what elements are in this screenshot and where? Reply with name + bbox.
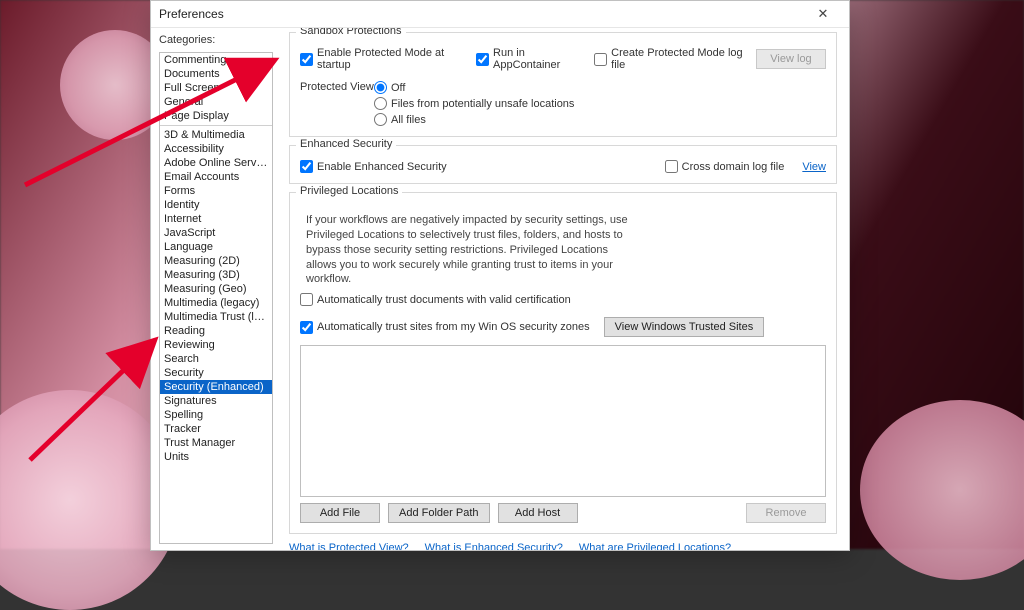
sidebar-item-email-accounts[interactable]: Email Accounts [160,170,272,184]
group-title-privileged: Privileged Locations [296,185,402,197]
chk-cross-domain-label: Cross domain log file [682,161,785,173]
sidebar-item-identity[interactable]: Identity [160,198,272,212]
close-icon[interactable]: ✕ [805,3,841,25]
view-log-button[interactable]: View log [756,49,826,69]
preferences-dialog: Preferences ✕ Categories: CommentingDocu… [150,0,850,551]
chk-auto-trust-docs-label: Automatically trust documents with valid… [317,294,571,306]
sidebar-item-units[interactable]: Units [160,450,272,464]
chk-enable-protected-mode[interactable]: Enable Protected Mode at startup [300,47,468,71]
chk-create-log[interactable]: Create Protected Mode log file [594,47,748,71]
sidebar-item-commenting[interactable]: Commenting [160,53,272,67]
add-file-button[interactable]: Add File [300,503,380,523]
category-separator [160,125,272,126]
sidebar-item-multimedia-legacy-[interactable]: Multimedia (legacy) [160,296,272,310]
radio-all[interactable]: All files [374,113,826,126]
titlebar: Preferences ✕ [151,1,849,28]
radio-off[interactable]: Off [374,81,826,94]
group-enhanced: Enhanced Security Enable Enhanced Securi… [289,145,837,184]
sidebar-item-measuring-geo-[interactable]: Measuring (Geo) [160,282,272,296]
chk-enable-enhanced[interactable]: Enable Enhanced Security [300,160,447,173]
sidebar-item-multimedia-trust-legacy-[interactable]: Multimedia Trust (legacy) [160,310,272,324]
remove-button[interactable]: Remove [746,503,826,523]
sidebar-item-adobe-online-services[interactable]: Adobe Online Services [160,156,272,170]
sidebar-item-security[interactable]: Security [160,366,272,380]
sidebar-item-language[interactable]: Language [160,240,272,254]
window-title: Preferences [159,7,224,21]
sidebar-item-general[interactable]: General [160,95,272,109]
sidebar-item-security-enhanced-[interactable]: Security (Enhanced) [160,380,272,394]
privileged-locations-list[interactable] [300,345,826,497]
view-trusted-sites-button[interactable]: View Windows Trusted Sites [604,317,765,337]
add-folder-button[interactable]: Add Folder Path [388,503,490,523]
add-host-button[interactable]: Add Host [498,503,578,523]
radio-all-label: All files [391,114,426,126]
sidebar-item-reviewing[interactable]: Reviewing [160,338,272,352]
sidebar-item-accessibility[interactable]: Accessibility [160,142,272,156]
chk-auto-trust-docs[interactable]: Automatically trust documents with valid… [300,293,571,306]
view-link[interactable]: View [802,161,826,173]
group-title-sandbox: Sandbox Protections [296,28,406,37]
sidebar-item-tracker[interactable]: Tracker [160,422,272,436]
categories-list[interactable]: CommentingDocumentsFull ScreenGeneralPag… [159,52,273,544]
sidebar-item-search[interactable]: Search [160,352,272,366]
sidebar-item-signatures[interactable]: Signatures [160,394,272,408]
sidebar-item-page-display[interactable]: Page Display [160,109,272,123]
sidebar-item-documents[interactable]: Documents [160,67,272,81]
chk-cross-domain[interactable]: Cross domain log file [665,160,785,173]
sidebar-item-full-screen[interactable]: Full Screen [160,81,272,95]
chk-auto-trust-sites-label: Automatically trust sites from my Win OS… [317,321,590,333]
sidebar-item-forms[interactable]: Forms [160,184,272,198]
sidebar-item-internet[interactable]: Internet [160,212,272,226]
group-title-enhanced: Enhanced Security [296,138,396,150]
sidebar-item-measuring-3d-[interactable]: Measuring (3D) [160,268,272,282]
radio-off-label: Off [391,82,405,94]
chk-enable-enhanced-label: Enable Enhanced Security [317,161,447,173]
chk-create-log-label: Create Protected Mode log file [611,47,748,71]
sidebar-item-reading[interactable]: Reading [160,324,272,338]
group-sandbox: Sandbox Protections Enable Protected Mod… [289,32,837,137]
chk-auto-trust-sites[interactable]: Automatically trust sites from my Win OS… [300,321,590,334]
group-privileged: Privileged Locations If your workflows a… [289,192,837,534]
sidebar-item-javascript[interactable]: JavaScript [160,226,272,240]
sidebar-item-trust-manager[interactable]: Trust Manager [160,436,272,450]
radio-unsafe[interactable]: Files from potentially unsafe locations [374,97,826,110]
chk-enable-protected-mode-label: Enable Protected Mode at startup [317,47,468,71]
sidebar-item-3d-multimedia[interactable]: 3D & Multimedia [160,128,272,142]
radio-unsafe-label: Files from potentially unsafe locations [391,98,574,110]
privileged-description: If your workflows are negatively impacte… [306,213,636,287]
chk-run-appcontainer[interactable]: Run in AppContainer [476,47,586,71]
sidebar-item-measuring-2d-[interactable]: Measuring (2D) [160,254,272,268]
protected-view-label: Protected View [300,81,374,93]
sidebar-item-spelling[interactable]: Spelling [160,408,272,422]
categories-label: Categories: [159,34,273,46]
chk-run-appcontainer-label: Run in AppContainer [493,47,586,71]
